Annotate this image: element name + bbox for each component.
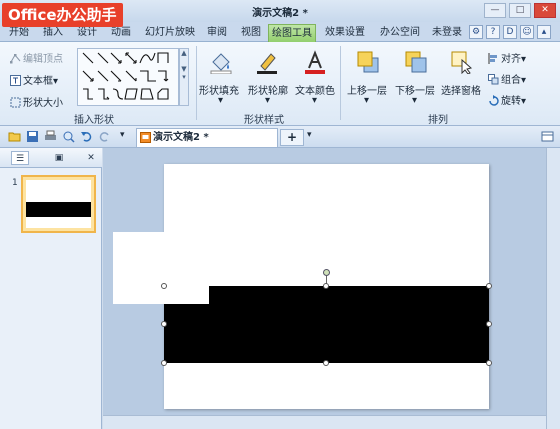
presentation-icon	[140, 132, 151, 143]
settings-icon[interactable]: ⚙	[469, 25, 483, 39]
customize-toolbar-arrow[interactable]: ▾	[120, 130, 125, 140]
shape-fill-dropdown[interactable]: ▾	[218, 95, 223, 106]
panel-close-button[interactable]: ✕	[82, 151, 100, 165]
slide-panel-tabs: ☰ ▣ ✕	[0, 148, 102, 168]
horizontal-scrollbar[interactable]	[103, 415, 546, 429]
help-icon[interactable]: ?	[486, 25, 500, 39]
rotate-icon	[489, 95, 499, 106]
document-tab-title: 演示文稿2 *	[153, 132, 209, 143]
new-tab-dropdown-arrow[interactable]: ▾	[307, 130, 312, 140]
align-dropdown-arrow[interactable]: ▾	[521, 54, 526, 65]
slides-tab-icon[interactable]: ▣	[50, 151, 68, 165]
fill-bucket-icon	[210, 53, 232, 74]
selection-pane-icon	[451, 51, 473, 74]
window-controls: — □ ✕	[484, 3, 556, 18]
outline-pen-icon	[257, 53, 277, 74]
print-preview-icon[interactable]	[62, 130, 75, 143]
document-tab[interactable]: 演示文稿2 *	[136, 128, 278, 147]
doc-d-icon[interactable]: D	[503, 25, 517, 39]
align-button[interactable]: 对齐▾	[488, 50, 526, 65]
group-icon	[488, 74, 499, 85]
slide-number: 1	[12, 178, 18, 188]
maximize-button[interactable]: □	[509, 3, 531, 18]
bring-forward-dropdown[interactable]: ▾	[364, 95, 369, 106]
tab-office-space[interactable]: 办公空间	[377, 24, 423, 42]
tab-review[interactable]: 审阅	[204, 24, 230, 42]
shape-gallery[interactable]	[77, 48, 179, 106]
tab-slideshow[interactable]: 幻灯片放映	[142, 24, 198, 42]
edit-vertex-icon	[10, 54, 21, 64]
text-color-dropdown[interactable]: ▾	[312, 95, 317, 106]
send-backward-dropdown[interactable]: ▾	[412, 95, 417, 106]
resize-handle-bottom-right[interactable]	[486, 360, 492, 366]
watermark-logo: Office办公助手	[2, 3, 123, 27]
textbox-dropdown-arrow[interactable]: ▾	[53, 76, 58, 87]
quick-access-bar: ▾ 演示文稿2 * + ▾	[0, 126, 560, 148]
selected-black-rectangle[interactable]	[164, 286, 489, 363]
shape-size-button[interactable]: 形状大小	[10, 94, 63, 109]
window-layout-icon[interactable]	[541, 130, 554, 143]
redo-icon[interactable]	[98, 130, 111, 143]
group-label: 组合	[501, 75, 521, 86]
rotation-handle[interactable]	[323, 269, 330, 276]
new-tab-button[interactable]: +	[280, 129, 304, 146]
text-color-icon	[305, 50, 325, 74]
align-label: 对齐	[501, 54, 521, 65]
rotate-button[interactable]: 旋转▾	[488, 92, 526, 107]
print-icon[interactable]	[44, 130, 57, 143]
resize-handle-top-right[interactable]	[486, 283, 492, 289]
selection-pane-label: 选择窗格	[441, 86, 481, 97]
resize-handle-bottom-left[interactable]	[161, 360, 167, 366]
vertical-scrollbar[interactable]	[546, 148, 560, 429]
skin-icon[interactable]: ☺	[520, 25, 534, 39]
textbox-button[interactable]: 文本框▾	[10, 72, 58, 87]
rotate-dropdown-arrow[interactable]: ▾	[521, 96, 526, 107]
new-tab-plus: +	[286, 130, 298, 144]
thumbnail-black-bar	[26, 202, 91, 217]
ribbon: 编辑顶点 文本框▾ 形状大小 ▲▼▾ 插入形状 形状填充 ▾ 形状轮廓 ▾	[0, 42, 560, 126]
resize-handle-top-left[interactable]	[161, 283, 167, 289]
tab-drawing-tools[interactable]: 绘图工具	[268, 24, 316, 42]
outline-tab-icon[interactable]: ☰	[11, 151, 29, 165]
shape-size-label: 形状大小	[23, 98, 63, 109]
send-backward-icon	[405, 51, 427, 73]
tab-view[interactable]: 视图	[238, 24, 264, 42]
resize-handle-right[interactable]	[486, 321, 492, 327]
slide-panel: ☰ ▣ ✕ 1	[0, 148, 102, 429]
login-status[interactable]: 未登录	[432, 24, 462, 42]
white-rectangle-shape[interactable]	[113, 232, 209, 304]
ribbon-collapse-icon[interactable]: ▴	[537, 25, 551, 39]
edit-vertex-label: 编辑顶点	[23, 54, 63, 65]
shape-gallery-scroll[interactable]: ▲ ▼ ▾	[179, 48, 189, 106]
minimize-button[interactable]: —	[484, 3, 506, 18]
group-dropdown-arrow[interactable]: ▾	[521, 75, 526, 86]
resize-handle-bottom[interactable]	[323, 360, 329, 366]
slide-thumbnail-canvas	[26, 180, 91, 228]
ribbon-divider	[196, 46, 197, 120]
insert-shape-group-label: 插入形状	[74, 115, 114, 126]
resize-handle-left[interactable]	[161, 321, 167, 327]
shape-outline-dropdown[interactable]: ▾	[265, 95, 270, 106]
shape-size-icon	[10, 97, 21, 108]
resize-handle-top[interactable]	[323, 283, 329, 289]
save-icon[interactable]	[26, 130, 39, 143]
close-button[interactable]: ✕	[534, 3, 556, 18]
textbox-icon	[10, 75, 21, 86]
ribbon-divider	[340, 46, 341, 120]
bring-forward-icon	[357, 51, 379, 73]
align-icon	[488, 53, 497, 64]
open-folder-icon[interactable]	[8, 130, 21, 143]
slide-thumbnail[interactable]	[21, 175, 96, 233]
group-button[interactable]: 组合▾	[488, 71, 526, 86]
selection-pane-button[interactable]: 选择窗格	[441, 82, 481, 97]
shape-style-group-label: 形状样式	[244, 115, 284, 126]
edit-vertex-button[interactable]: 编辑顶点	[10, 50, 63, 65]
tab-effects[interactable]: 效果设置	[322, 24, 368, 42]
textbox-label: 文本框	[23, 76, 53, 87]
arrange-group-label: 排列	[428, 115, 448, 126]
undo-icon[interactable]	[80, 130, 93, 143]
shapes-grid-icon	[82, 52, 169, 100]
rotate-label: 旋转	[501, 96, 521, 107]
